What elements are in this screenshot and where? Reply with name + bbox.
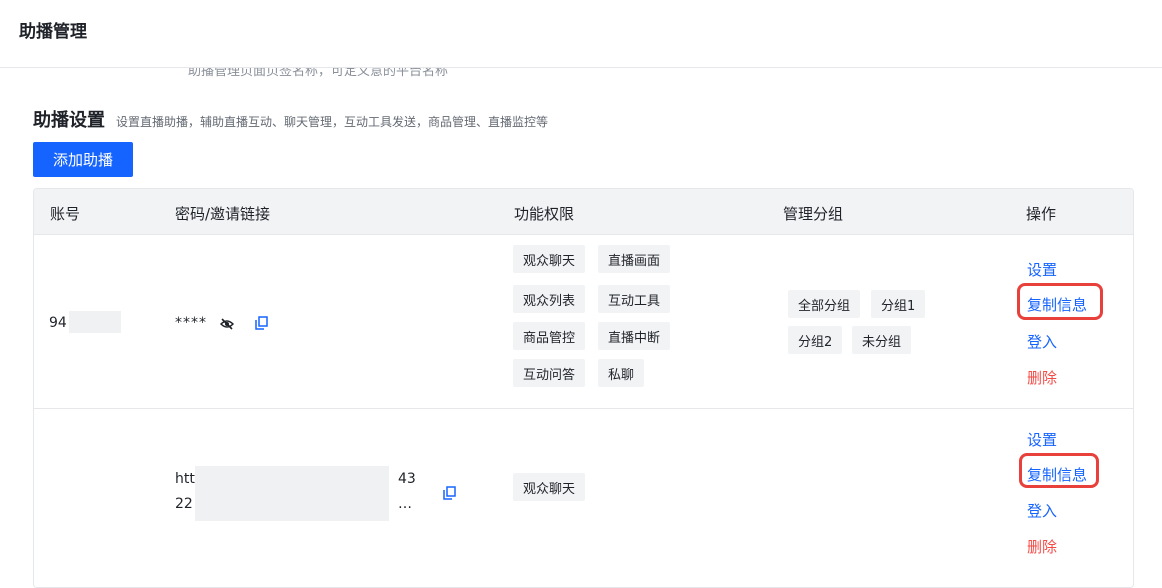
group-tag: 分组1 bbox=[871, 290, 926, 318]
header-account: 账号 bbox=[50, 205, 81, 223]
invite-link-line1-start: htt bbox=[175, 471, 195, 487]
permission-tag: 互动工具 bbox=[598, 285, 671, 313]
permission-tag: 观众列表 bbox=[513, 285, 586, 313]
login-link[interactable]: 登入 bbox=[1027, 500, 1057, 521]
table-row: 94 **** 观众聊天 直播画面 观众列表 互动工具 商品管控 直播中断 互动… bbox=[34, 235, 1133, 409]
page-title: 助播管理 bbox=[19, 22, 87, 42]
group-tag: 未分组 bbox=[852, 326, 912, 354]
permission-tag: 私聊 bbox=[598, 359, 645, 387]
login-link[interactable]: 登入 bbox=[1027, 331, 1057, 352]
header-groups: 管理分组 bbox=[783, 205, 844, 223]
settings-link[interactable]: 设置 bbox=[1027, 429, 1057, 450]
section-header: 助播设置 设置直播助播，辅助直播互动、聊天管理，互动工具发送，商品管理、直播监控… bbox=[33, 106, 548, 132]
invite-link-line1-end: 43 bbox=[398, 471, 416, 487]
permission-tag: 观众聊天 bbox=[513, 473, 586, 501]
redacted-mask bbox=[195, 466, 389, 521]
group-tag: 全部分组 bbox=[788, 290, 861, 318]
copy-icon[interactable] bbox=[255, 316, 268, 330]
header-permissions: 功能权限 bbox=[514, 205, 575, 223]
permission-tag: 观众聊天 bbox=[513, 245, 586, 273]
invite-link-line2-end: … bbox=[398, 496, 412, 512]
account-value: 94 bbox=[49, 315, 67, 331]
group-tag: 分组2 bbox=[788, 326, 843, 354]
permission-tag: 直播中断 bbox=[598, 322, 671, 350]
invite-link-line2-start: 22 bbox=[175, 496, 193, 512]
header-actions: 操作 bbox=[1026, 205, 1057, 223]
top-bar: 助播管理 bbox=[0, 0, 1162, 68]
copy-icon[interactable] bbox=[443, 486, 456, 500]
table-header: 账号 密码/邀请链接 功能权限 管理分组 操作 bbox=[34, 189, 1133, 235]
assistant-table: 账号 密码/邀请链接 功能权限 管理分组 操作 94 **** 观众聊天 直播画… bbox=[33, 188, 1134, 588]
section-description: 设置直播助播，辅助直播互动、聊天管理，互动工具发送，商品管理、直播监控等 bbox=[116, 115, 549, 129]
copy-info-link[interactable]: 复制信息 bbox=[1027, 294, 1087, 315]
permission-tag: 商品管控 bbox=[513, 322, 586, 350]
settings-link[interactable]: 设置 bbox=[1027, 259, 1057, 280]
permission-tag: 互动问答 bbox=[513, 359, 586, 387]
delete-link[interactable]: 删除 bbox=[1027, 367, 1057, 388]
password-value: **** bbox=[175, 315, 207, 331]
table-row: htt 22 43 … 观众聊天 设置 复制信息 登入 删除 bbox=[34, 409, 1133, 587]
header-password-link: 密码/邀请链接 bbox=[175, 205, 271, 223]
section-title: 助播设置 bbox=[33, 110, 105, 131]
copy-info-link[interactable]: 复制信息 bbox=[1027, 464, 1087, 485]
delete-link[interactable]: 删除 bbox=[1027, 536, 1057, 557]
add-assistant-button[interactable]: 添加助播 bbox=[33, 142, 133, 177]
eye-slash-icon[interactable] bbox=[220, 317, 234, 331]
permission-tag: 直播画面 bbox=[598, 245, 671, 273]
redacted-mask bbox=[69, 311, 121, 333]
